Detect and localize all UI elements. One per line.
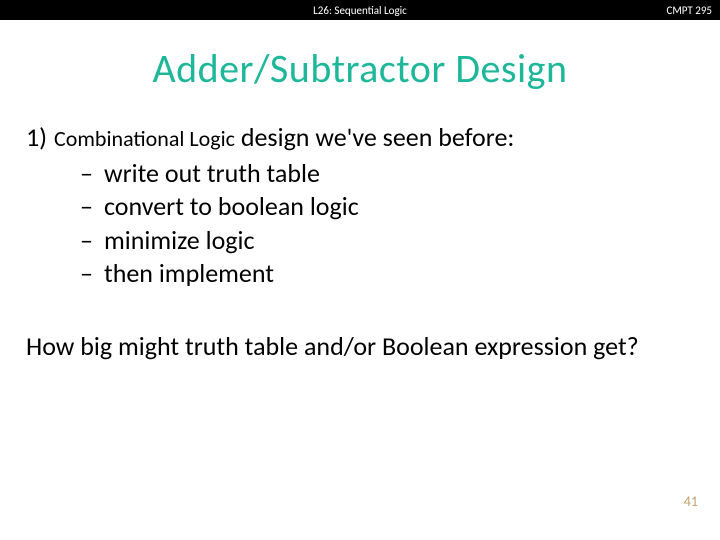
dash-icon: – (80, 157, 104, 190)
list-item-1: 1)Combinational Logic design we've seen … (26, 121, 694, 153)
list-item: –then implement (80, 257, 694, 290)
page-number: 41 (684, 493, 698, 510)
header-course: CMPT 295 (667, 4, 712, 17)
item-prefix: Combinational Logic (54, 125, 235, 152)
sub-label: write out truth table (104, 157, 320, 189)
slide-body: 1)Combinational Logic design we've seen … (0, 121, 720, 363)
sub-label: then implement (104, 257, 274, 289)
header-topic: L26: Sequential Logic (313, 4, 407, 17)
dash-icon: – (80, 190, 104, 223)
item-number: 1) (26, 121, 54, 153)
list-item: –convert to boolean logic (80, 190, 694, 223)
sub-list: –write out truth table –convert to boole… (80, 157, 694, 290)
slide-title: Adder/Subtractor Design (0, 44, 720, 93)
list-item: –minimize logic (80, 224, 694, 257)
slide: L26: Sequential Logic CMPT 295 Adder/Sub… (0, 0, 720, 540)
item-rest: design we've seen before: (235, 121, 514, 153)
header-bar: L26: Sequential Logic CMPT 295 (0, 0, 720, 20)
dash-icon: – (80, 224, 104, 257)
sub-label: convert to boolean logic (104, 190, 359, 222)
sub-label: minimize logic (104, 224, 254, 256)
question-text: How big might truth table and/or Boolean… (26, 330, 694, 363)
dash-icon: – (80, 257, 104, 290)
list-item: –write out truth table (80, 157, 694, 190)
